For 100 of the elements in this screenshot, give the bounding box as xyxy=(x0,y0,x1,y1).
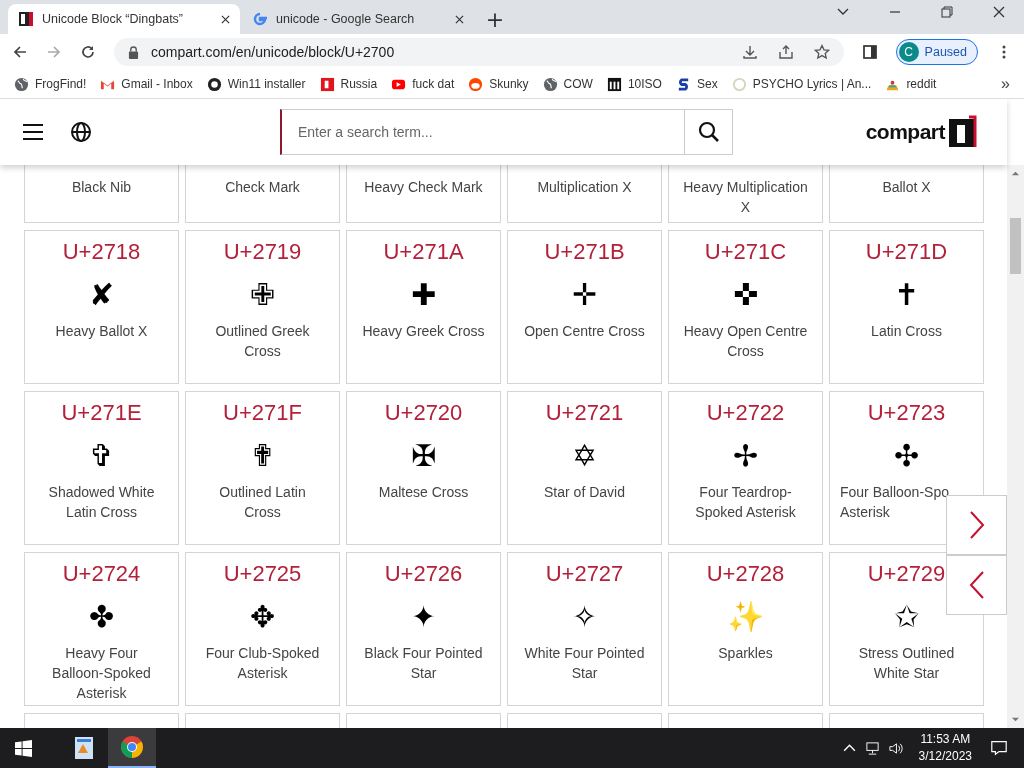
reload-icon[interactable] xyxy=(80,44,96,60)
character-glyph: ✛ xyxy=(571,276,598,314)
browser-tab[interactable]: unicode - Google Search xyxy=(242,4,474,34)
code-point: U+2728 xyxy=(706,561,785,587)
logo-icon xyxy=(18,11,34,27)
building-icon xyxy=(606,76,622,92)
scrollbar[interactable] xyxy=(1007,165,1024,728)
code-point: U+2725 xyxy=(223,561,302,587)
character-glyph: ✨ xyxy=(727,598,764,636)
character-glyph: ✠ xyxy=(410,437,437,475)
character-card[interactable]: U+2728 ✨ Sparkles xyxy=(668,552,823,706)
code-point: U+2726 xyxy=(384,561,463,587)
character-glyph: ✜ xyxy=(732,276,759,314)
character-card[interactable]: U+271F ✟ Outlined Latin Cross xyxy=(185,391,340,545)
character-card[interactable]: U+2726 ✦ Black Four Pointed Star xyxy=(346,552,501,706)
notification-icon[interactable] xyxy=(990,739,1008,757)
character-name: Heavy Open Centre Cross xyxy=(682,322,809,361)
character-glyph: ✚ xyxy=(410,276,437,314)
back-arrow-icon[interactable] xyxy=(12,44,28,60)
bookmark[interactable]: FrogFind! xyxy=(14,76,87,92)
character-card[interactable]: Black Nib xyxy=(24,165,179,223)
lock-icon xyxy=(128,45,139,59)
character-card[interactable]: U+2720 ✠ Maltese Cross xyxy=(346,391,501,545)
character-name: Four Club-Spoked Asterisk xyxy=(204,644,321,683)
code-point: U+271E xyxy=(61,400,142,426)
close-icon[interactable] xyxy=(455,14,464,24)
character-card[interactable]: Check Mark xyxy=(185,165,340,223)
code-point: U+2721 xyxy=(545,400,624,426)
code-point: U+271C xyxy=(704,239,787,265)
chrome-icon xyxy=(120,735,144,759)
character-card[interactable]: U+2724 ✤ Heavy Four Balloon-Spoked Asterisk xyxy=(24,552,179,706)
browser-tab[interactable]: Unicode Block “Dingbats” xyxy=(8,4,240,34)
character-name: Open Centre Cross xyxy=(523,322,646,341)
bookmark[interactable]: fuck dat xyxy=(391,76,455,92)
address-bar[interactable]: compart.com/en/unicode/block/U+2700 xyxy=(114,38,844,66)
scroll-down-icon[interactable] xyxy=(1011,715,1020,724)
restore-icon[interactable] xyxy=(940,5,954,19)
search-button[interactable] xyxy=(684,109,733,155)
character-name: Four Balloon-Spo Asterisk xyxy=(839,483,950,522)
character-card[interactable]: U+2725 ✥ Four Club-Spoked Asterisk xyxy=(185,552,340,706)
taskbar-app[interactable] xyxy=(108,728,156,768)
globe-icon xyxy=(542,76,558,92)
character-name: White Four Pointed Star xyxy=(523,644,646,683)
code-point: U+271A xyxy=(383,239,464,265)
character-card[interactable]: U+271A ✚ Heavy Greek Cross xyxy=(346,230,501,384)
search-field[interactable]: Enter a search term... xyxy=(280,109,684,155)
character-card[interactable]: Ballot X xyxy=(829,165,984,223)
character-card[interactable]: U+271B ✛ Open Centre Cross xyxy=(507,230,662,384)
character-card[interactable]: U+271C ✜ Heavy Open Centre Cross xyxy=(668,230,823,384)
download-icon[interactable] xyxy=(741,44,758,60)
code-point: U+2729 xyxy=(867,561,946,587)
bookmark[interactable]: Skunky xyxy=(468,76,529,92)
volume-icon[interactable] xyxy=(887,740,903,756)
character-card[interactable]: U+271D ✝ Latin Cross xyxy=(829,230,984,384)
code-point: U+271D xyxy=(865,239,948,265)
scrollbar-thumb[interactable] xyxy=(1010,218,1021,274)
star-icon[interactable] xyxy=(813,44,830,60)
character-card[interactable]: Heavy Multiplication X xyxy=(668,165,823,223)
bookmark[interactable]: Win11 installer xyxy=(206,76,306,92)
windows-logo-icon[interactable] xyxy=(15,739,32,757)
bookmark[interactable]: PSYCHO Lyrics | An... xyxy=(731,76,872,92)
bookmark[interactable]: reddit xyxy=(885,76,937,92)
bookmarks-overflow-button[interactable]: » xyxy=(1001,75,1010,93)
logo-text[interactable]: compart xyxy=(865,120,945,144)
character-name: Four Teardrop-Spoked Asterisk xyxy=(694,483,797,522)
character-glyph: ✥ xyxy=(249,598,276,636)
search-icon xyxy=(697,121,720,143)
side-panel-icon[interactable] xyxy=(861,44,878,60)
character-name: Check Mark xyxy=(224,178,301,197)
bookmark[interactable]: Sex xyxy=(675,76,718,92)
bookmark[interactable]: COW xyxy=(542,76,593,92)
globe-icon[interactable] xyxy=(70,121,92,143)
close-icon[interactable] xyxy=(221,14,230,24)
bookmark[interactable]: 10ISO xyxy=(606,76,662,92)
character-glyph: ✝ xyxy=(893,276,920,314)
close-icon[interactable] xyxy=(992,5,1006,19)
scroll-up-icon[interactable] xyxy=(1011,169,1020,178)
character-card[interactable]: U+2722 ✢ Four Teardrop-Spoked Asterisk xyxy=(668,391,823,545)
profile-button[interactable]: C Paused xyxy=(895,39,978,65)
network-icon[interactable] xyxy=(864,740,880,756)
document-icon xyxy=(73,736,95,760)
character-name: Black Four Pointed Star xyxy=(363,644,484,683)
code-point: U+2718 xyxy=(62,239,141,265)
menu-icon[interactable] xyxy=(22,123,44,141)
bookmark[interactable]: Russia xyxy=(319,76,378,92)
new-tab-button[interactable]: + xyxy=(480,4,510,34)
bookmark[interactable]: Gmail - Inbox xyxy=(100,76,193,92)
clock[interactable]: 11:53 AM 3/12/2023 xyxy=(918,731,972,765)
character-card[interactable]: U+2721 ✡ Star of David xyxy=(507,391,662,545)
share-icon[interactable] xyxy=(777,44,794,60)
character-card[interactable]: U+2719 ✙ Outlined Greek Cross xyxy=(185,230,340,384)
character-card[interactable]: Heavy Check Mark xyxy=(346,165,501,223)
character-name: Maltese Cross xyxy=(377,483,470,502)
character-card[interactable]: Multiplication X xyxy=(507,165,662,223)
logo-icon[interactable] xyxy=(947,115,977,149)
code-point: U+271B xyxy=(544,239,625,265)
character-card[interactable]: U+2727 ✧ White Four Pointed Star xyxy=(507,552,662,706)
character-glyph: ✩ xyxy=(893,598,920,636)
character-card[interactable]: U+2718 ✘ Heavy Ballot X xyxy=(24,230,179,384)
character-card[interactable]: U+271E ✞ Shadowed White Latin Cross xyxy=(24,391,179,545)
